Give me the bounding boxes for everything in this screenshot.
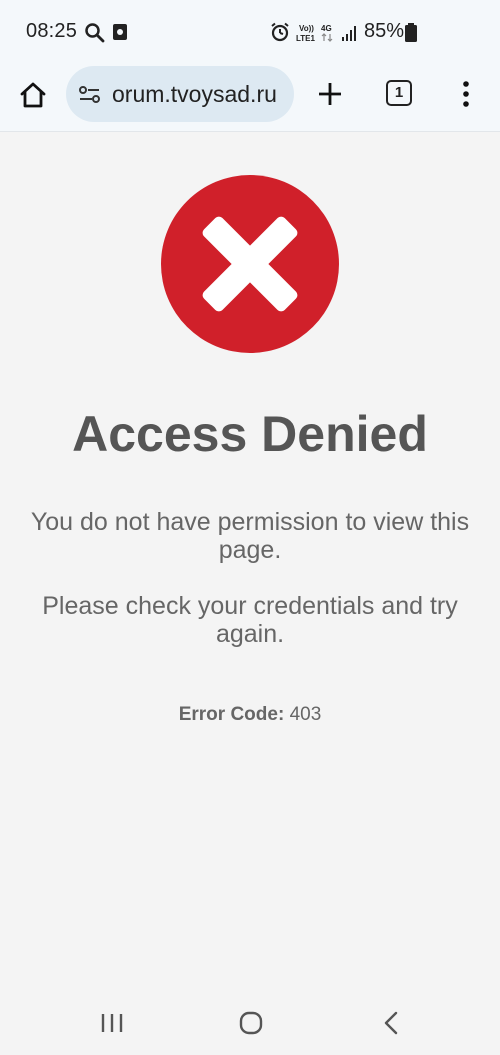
browser-toolbar: orum.tvoysad.ru 1 — [0, 64, 500, 132]
new-tab-button[interactable] — [316, 80, 344, 108]
tabs-icon: 1 — [386, 80, 412, 106]
credentials-message: Please check your credentials and try ag… — [42, 592, 458, 648]
home-icon — [20, 82, 46, 108]
volte-icon: Vo)) LTE1 — [296, 24, 316, 43]
tab-switcher-button[interactable]: 1 — [386, 80, 414, 108]
svg-text:LTE1: LTE1 — [296, 34, 316, 43]
svg-text:Vo)): Vo)) — [299, 24, 314, 33]
system-nav-bar — [0, 990, 500, 1055]
permission-message: You do not have permission to view this … — [30, 508, 470, 564]
search-icon — [85, 23, 105, 43]
more-menu-button[interactable] — [458, 80, 474, 108]
battery-icon — [405, 23, 417, 42]
svg-text:4G: 4G — [321, 24, 332, 33]
url-bar[interactable]: orum.tvoysad.ru — [66, 66, 294, 122]
screen-record-icon — [113, 24, 127, 40]
battery-percent: 85% — [364, 20, 405, 42]
status-time: 08:25 — [26, 20, 78, 42]
home-button[interactable] — [18, 80, 48, 110]
error-code: Error Code: 403 — [0, 704, 500, 726]
more-vert-icon — [463, 81, 469, 107]
url-text[interactable]: orum.tvoysad.ru — [112, 81, 277, 108]
recents-icon[interactable] — [100, 1012, 124, 1034]
page-title: Access Denied — [72, 406, 428, 462]
back-icon[interactable] — [382, 1011, 400, 1035]
signal-icon — [342, 26, 356, 41]
alarm-icon — [271, 22, 289, 42]
plus-icon — [319, 83, 341, 105]
4g-icon: 4G — [321, 24, 333, 42]
status-bar: 08:25 Vo)) LTE1 4G 85% — [0, 0, 500, 64]
tune-icon[interactable] — [78, 84, 102, 106]
home-circle-icon[interactable] — [239, 1011, 263, 1035]
error-code-label: Error Code: — [178, 704, 285, 725]
error-code-value: 403 — [289, 704, 322, 725]
error-x-icon — [161, 175, 339, 353]
